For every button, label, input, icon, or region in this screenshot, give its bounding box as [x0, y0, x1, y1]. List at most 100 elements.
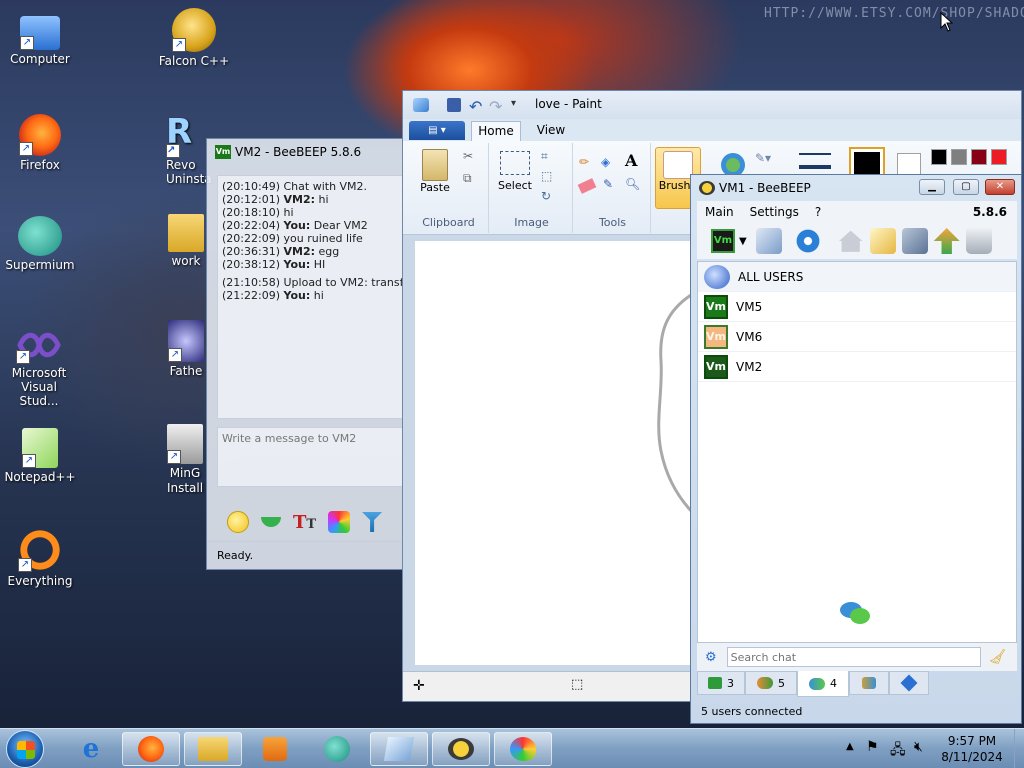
desktop-icon-falcon[interactable]: ↗ Falcon C++ [154, 8, 234, 68]
connection-status: 5 users connected [701, 705, 803, 718]
tools-group: ✏ ◈ A ✎ 🔍︎ Tools [575, 143, 651, 233]
message-time: (21:22:09) [222, 289, 280, 302]
rotate-icon[interactable]: ↻ [541, 189, 551, 203]
desktop-icon-mingw[interactable]: ↗ MinG Install [164, 424, 206, 496]
chat-window-titlebar[interactable]: Vm VM2 - BeeBEEP 5.8.6 [207, 139, 409, 165]
palette-color-swatch[interactable] [931, 149, 947, 165]
beebeep-titlebar[interactable]: VM1 - BeeBEEP ▁ ▢ ✕ [691, 175, 1021, 201]
copy-icon[interactable]: ⧉ [463, 171, 472, 186]
tab-home[interactable]: Home [471, 121, 521, 141]
taskbar-supermium[interactable] [308, 732, 366, 766]
paint-titlebar[interactable]: ↶ ↷ ▾ love - Paint [403, 91, 1021, 119]
tab-chats[interactable]: 4 [797, 671, 849, 697]
color-picker-icon[interactable]: ✎ [603, 177, 613, 191]
undo-icon[interactable]: ↶ [469, 94, 482, 120]
color2-swatch[interactable] [897, 153, 921, 175]
tab-count: 4 [830, 677, 837, 690]
upload-icon[interactable] [933, 228, 960, 254]
resize-icon[interactable]: ⬚ [541, 169, 552, 183]
beebeep-main-window[interactable]: VM1 - BeeBEEP ▁ ▢ ✕ Main Settings ? 5.8.… [690, 174, 1022, 724]
chat-message-log[interactable]: (20:10:49) Chat with VM2. (20:12:01) VM2:… [217, 175, 405, 419]
desktop-icon-everything[interactable]: ↗ Everything [0, 528, 80, 588]
home-icon[interactable] [839, 230, 863, 252]
network-icon[interactable]: 🖧︎ [890, 739, 906, 763]
trash-icon[interactable] [965, 228, 992, 254]
desktop-icon-notepadpp[interactable]: ↗ Notepad++ [0, 428, 80, 484]
select-button[interactable]: Select [495, 151, 535, 192]
show-hidden-icons[interactable]: ▲ [846, 741, 854, 752]
desktop-icon-supermium[interactable]: Supermium [0, 216, 80, 272]
paste-button[interactable]: Paste [417, 149, 453, 194]
group-chat-icon [704, 264, 730, 289]
volume-muted-icon[interactable]: 🔇︎ [914, 739, 923, 755]
maximize-button[interactable]: ▢ [953, 179, 979, 195]
taskbar-explorer[interactable] [184, 732, 242, 766]
text-icon[interactable]: A [625, 151, 637, 170]
menu-main[interactable]: Main [697, 205, 742, 219]
user-item-vm5[interactable]: Vm VM5 [698, 292, 1016, 322]
user-item-vm2[interactable]: Vm VM2 [698, 352, 1016, 382]
filter-icon[interactable] [362, 512, 383, 532]
tab-groups[interactable]: 5 [745, 671, 797, 695]
crop-icon[interactable]: ⌗ [541, 149, 548, 164]
search-options-icon[interactable]: ⚙ [705, 650, 717, 665]
status-dropdown-icon[interactable]: ▼ [739, 236, 747, 247]
message-time: (20:36:31) [222, 245, 280, 258]
desktop-icon-firefox[interactable]: ↗ Firefox [0, 114, 80, 172]
size-icon[interactable] [799, 153, 831, 169]
menu-settings[interactable]: Settings [742, 205, 807, 219]
clear-search-icon[interactable]: 🧹︎ [989, 649, 1007, 665]
taskbar-ie[interactable]: e [62, 732, 120, 766]
color-icon[interactable] [328, 511, 351, 533]
eraser-icon[interactable] [577, 178, 597, 194]
tab-view[interactable]: View [529, 121, 573, 141]
taskbar-media-player[interactable] [246, 732, 304, 766]
desktop-icon-computer[interactable]: ↗ Computer [0, 10, 80, 66]
magnifier-icon[interactable]: 🔍︎ [625, 177, 640, 191]
tools-icon[interactable] [901, 228, 928, 254]
quick-access-dropdown-icon[interactable]: ▾ [511, 91, 516, 117]
desktop-icon-visual-studio[interactable]: ↗ Microsoft Visual Stud... [0, 330, 78, 408]
minimize-button[interactable]: ▁ [919, 179, 945, 195]
menu-help[interactable]: ? [807, 205, 829, 219]
taskbar-paint[interactable] [494, 732, 552, 766]
close-button[interactable]: ✕ [985, 179, 1015, 195]
user-item-vm6[interactable]: Vm VM6 [698, 322, 1016, 352]
system-clock[interactable]: 9:57 PM 8/11/2024 [940, 733, 1004, 765]
outline-icon[interactable]: ✎▾ [755, 151, 771, 165]
paint-menu-button[interactable]: ▤ ▾ [409, 121, 465, 140]
beebeep-version: 5.8.6 [972, 205, 1007, 219]
desktop-icon-father[interactable]: ↗ Fathe [166, 320, 206, 378]
cut-icon[interactable]: ✂ [463, 149, 473, 163]
taskbar-notes[interactable] [370, 732, 428, 766]
user-item-all-users[interactable]: ALL USERS [698, 262, 1016, 292]
redo-icon[interactable]: ↷ [489, 94, 502, 120]
desktop-icon-work[interactable]: work [166, 214, 206, 268]
status-vm-icon[interactable]: Vm [711, 229, 735, 253]
chat-message-input[interactable]: Write a message to VM2 [217, 427, 405, 487]
select-rectangle-icon [500, 151, 530, 175]
edit-icon[interactable] [869, 228, 896, 254]
show-desktop-button[interactable] [1014, 729, 1024, 768]
palette-color-swatch[interactable] [971, 149, 987, 165]
tab-plugins[interactable] [889, 671, 929, 695]
search-chat-input[interactable] [726, 647, 981, 667]
broadcast-icon[interactable] [794, 228, 821, 254]
chat-window-vm2[interactable]: Vm VM2 - BeeBEEP 5.8.6 (20:10:49) Chat w… [206, 138, 410, 570]
emoticon-icon[interactable] [227, 511, 249, 533]
taskbar-beebeep[interactable] [432, 732, 490, 766]
paint-canvas[interactable] [415, 241, 705, 665]
font-icon[interactable]: TT [293, 512, 316, 533]
palette-color-swatch[interactable] [951, 149, 967, 165]
tab-files[interactable] [849, 671, 889, 695]
start-button[interactable] [6, 730, 44, 768]
palette-color-swatch[interactable] [991, 149, 1007, 165]
send-icon[interactable] [261, 517, 281, 527]
taskbar-firefox[interactable] [122, 732, 180, 766]
fill-icon[interactable]: ◈ [601, 155, 610, 169]
tab-users[interactable]: 3 [697, 671, 745, 695]
pencil-icon[interactable]: ✏ [579, 155, 589, 169]
save-icon[interactable] [447, 98, 461, 112]
screenshot-icon[interactable] [755, 228, 782, 254]
action-center-icon[interactable]: ⚑ [866, 739, 879, 755]
